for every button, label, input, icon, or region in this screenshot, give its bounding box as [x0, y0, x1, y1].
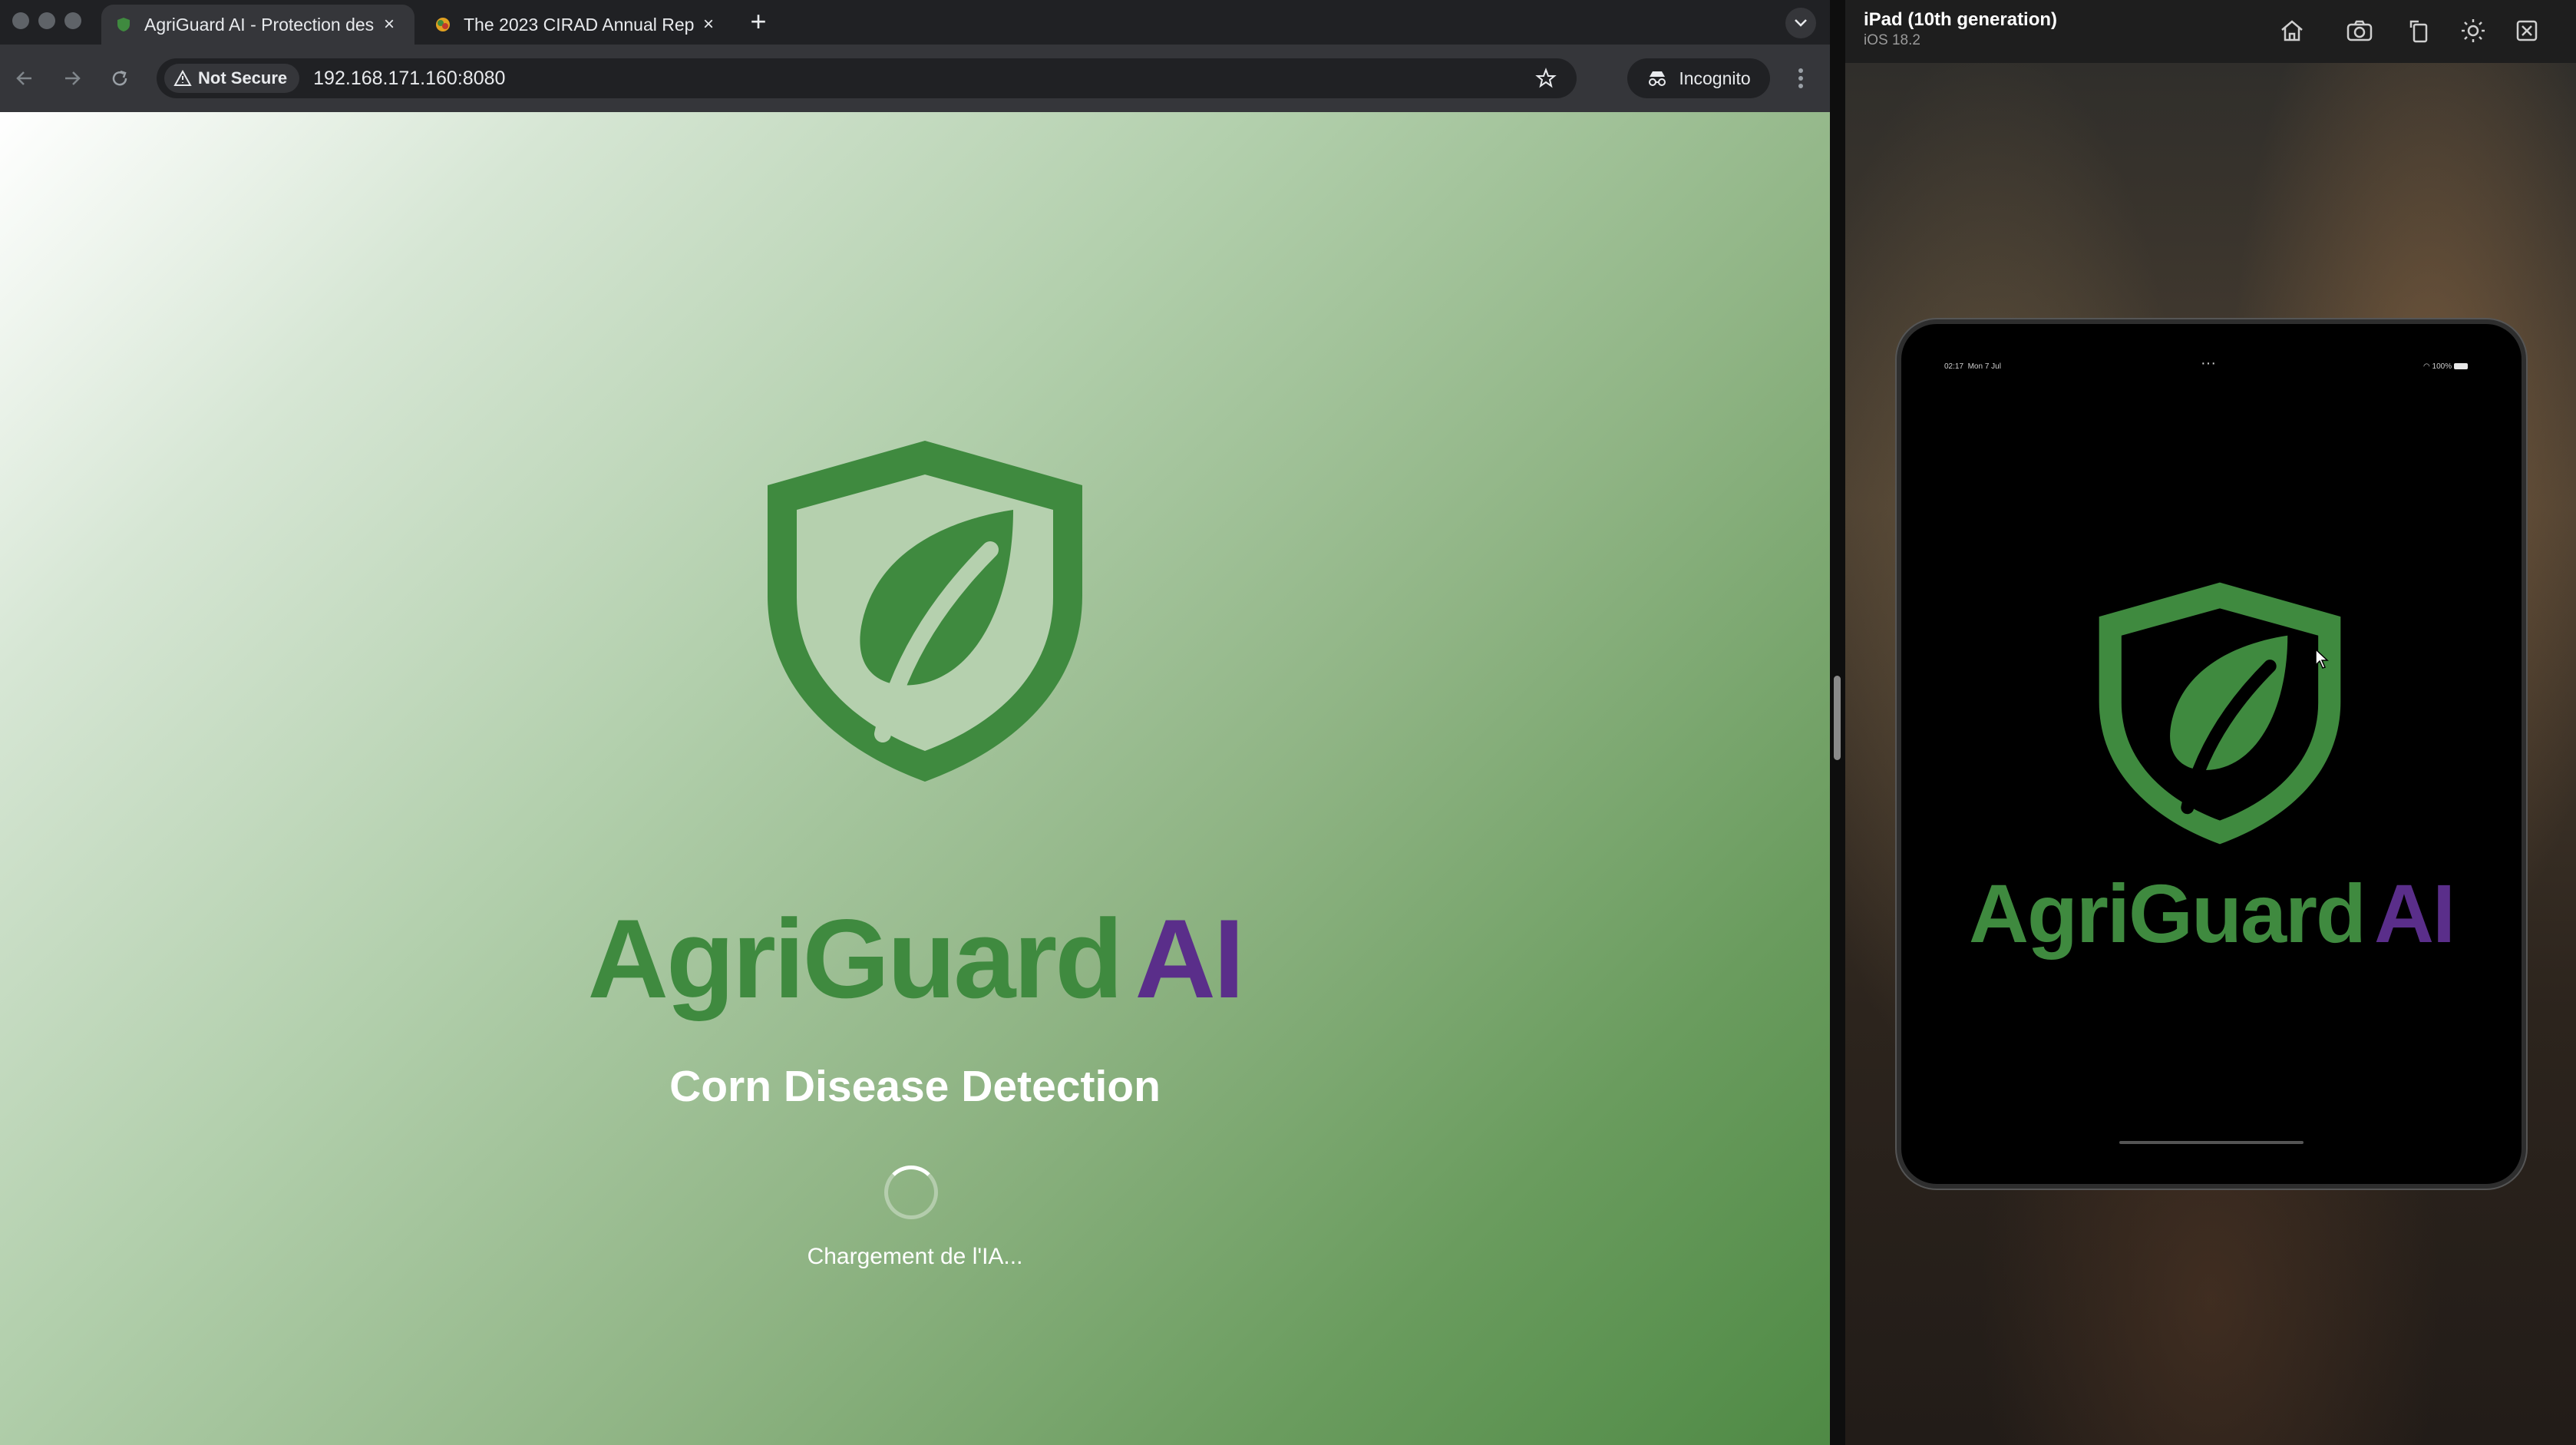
- mouse-pointer-icon: [2315, 648, 2329, 669]
- status-battery: ◠ 100%: [2423, 362, 2468, 371]
- ipad-brand-main: AgriGuard: [1968, 867, 2366, 960]
- back-button[interactable]: [9, 63, 40, 94]
- chevron-down-icon: [1795, 19, 1807, 27]
- reload-button[interactable]: [104, 63, 135, 94]
- loading-text: Chargement de l'IA...: [807, 1244, 1023, 1269]
- status-time: 02:17 Mon 7 Jul: [1944, 362, 2001, 371]
- url-text[interactable]: 192.168.171.160:8080: [313, 68, 505, 90]
- browser-window: AgriGuard AI - Protection des × The 2023…: [0, 0, 1830, 1445]
- reload-icon: [112, 70, 127, 86]
- close-tab-icon[interactable]: ×: [697, 13, 720, 36]
- split-divider-handle[interactable]: [1834, 676, 1841, 760]
- browser-toolbar: Not Secure 192.168.171.160:8080 Incognit…: [0, 45, 1830, 112]
- close-window-dot[interactable]: [12, 12, 29, 29]
- brand-accent: AI: [1134, 896, 1244, 1021]
- screenshot-icon: [2346, 20, 2373, 41]
- star-icon: [1535, 68, 1557, 88]
- rotate-icon: [2409, 20, 2428, 43]
- maximize-window-dot[interactable]: [64, 12, 81, 29]
- screenshot-button[interactable]: [2343, 14, 2376, 48]
- page-subtitle: Corn Disease Detection: [669, 1062, 1161, 1111]
- home-icon: [2281, 20, 2303, 41]
- wifi-icon: ◠: [2423, 362, 2430, 371]
- back-icon: [16, 71, 31, 85]
- brand-main: AgriGuard: [587, 896, 1124, 1021]
- close-tab-icon[interactable]: ×: [378, 13, 401, 36]
- ipad-device[interactable]: 02:17 Mon 7 Jul ··· ◠ 100% AgriGuard AI: [1897, 319, 2526, 1189]
- ipad-shield-leaf-logo: [2099, 582, 2341, 845]
- warning-icon: [173, 70, 192, 86]
- incognito-label: Incognito: [1679, 68, 1751, 88]
- tab-title: AgriGuard AI - Protection des: [144, 14, 375, 35]
- multitask-dots-icon[interactable]: ···: [2201, 355, 2216, 372]
- bookmark-button[interactable]: [1532, 64, 1560, 92]
- tab-title: The 2023 CIRAD Annual Rep: [464, 14, 695, 35]
- browser-menu-button[interactable]: [1785, 63, 1816, 94]
- incognito-icon: [1649, 71, 1666, 86]
- brightness-icon: [2462, 19, 2485, 42]
- ipad-brand-accent: AI: [2374, 867, 2455, 960]
- os-version: iOS 18.2: [1864, 32, 1920, 48]
- brand-wordmark: AgriGuard AI: [0, 903, 1830, 1015]
- incognito-chip[interactable]: Incognito: [1627, 58, 1770, 98]
- tab-cirad[interactable]: The 2023 CIRAD Annual Rep ×: [421, 5, 734, 45]
- minimize-window-dot[interactable]: [38, 12, 55, 29]
- address-bar[interactable]: Not Secure 192.168.171.160:8080: [157, 58, 1577, 98]
- loading-spinner: [884, 1166, 938, 1219]
- simulator-titlebar: iPad (10th generation) iOS 18.2: [1845, 0, 2576, 63]
- ipad-brand-wordmark: AgriGuard AI: [1901, 872, 2522, 955]
- tab-strip: AgriGuard AI - Protection des × The 2023…: [0, 0, 1830, 45]
- battery-icon: [2453, 363, 2468, 370]
- tab-search-button[interactable]: [1785, 8, 1816, 38]
- forward-button[interactable]: [57, 63, 88, 94]
- forward-icon: [65, 71, 81, 85]
- home-indicator[interactable]: [2119, 1141, 2304, 1144]
- security-chip[interactable]: Not Secure: [164, 64, 300, 93]
- kebab-icon: [1798, 68, 1803, 88]
- appearance-button[interactable]: [2456, 14, 2490, 48]
- close-simulator-button[interactable]: [2510, 14, 2544, 48]
- close-window-icon: [2516, 20, 2538, 41]
- tab-agriguard[interactable]: AgriGuard AI - Protection des ×: [101, 5, 414, 45]
- cirad-favicon-icon: [434, 16, 451, 33]
- simulator-window: iPad (10th generation) iOS 18.2 02:17 Mo…: [1845, 0, 2576, 1445]
- shield-leaf-logo: [768, 441, 1082, 782]
- new-tab-button[interactable]: +: [743, 5, 774, 37]
- home-button[interactable]: [2275, 14, 2309, 48]
- rotate-button[interactable]: [2403, 14, 2436, 48]
- shield-favicon-icon: [115, 16, 132, 33]
- device-name: iPad (10th generation): [1864, 9, 2058, 30]
- security-label: Not Secure: [198, 68, 288, 88]
- page-viewport: AgriGuard AI Corn Disease Detection Charg…: [0, 112, 1830, 1445]
